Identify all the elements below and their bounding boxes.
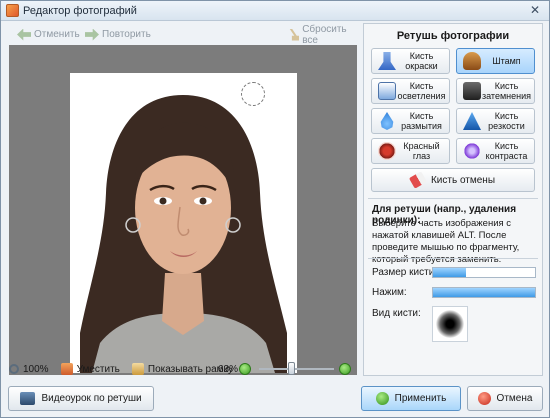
app-icon	[6, 4, 19, 17]
redo-label: Повторить	[102, 29, 151, 40]
red-eye-icon	[378, 142, 396, 160]
apply-label: Применить	[394, 393, 447, 404]
photo-canvas[interactable]	[9, 45, 357, 375]
zoom-100-button[interactable]: 100%	[9, 364, 49, 375]
contrast-brush-icon	[463, 142, 481, 160]
video-tutorial-label: Видеоурок по ретуши	[41, 393, 142, 404]
status-bar: 100% Уместить Показывать рамку 63%	[9, 359, 357, 379]
tool-red-eye[interactable]: Красный глаз	[371, 138, 450, 164]
stamp-brush-cursor	[241, 82, 265, 106]
tool-label: Кисть резкости	[488, 111, 525, 131]
paint-brush-icon	[378, 52, 396, 70]
panel-title: Ретушь фотографии	[396, 30, 510, 42]
portrait-image	[80, 95, 287, 373]
tool-label: Кисть затемнения	[482, 81, 531, 101]
brush-size-label: Размер кисти:	[372, 267, 438, 278]
brush-preview	[432, 306, 468, 342]
pressure-fill	[433, 288, 535, 297]
editor-area: Отменить Повторить Сбросить все	[9, 23, 357, 376]
close-button[interactable]: ✕	[527, 3, 543, 18]
brush-view-label: Вид кисти:	[372, 308, 421, 319]
cancel-label: Отмена	[496, 393, 533, 404]
reset-all-button[interactable]: Сбросить все	[287, 24, 357, 46]
brush-size-fill	[433, 268, 466, 277]
redo-button[interactable]: Повторить	[85, 27, 151, 42]
undo-icon	[17, 28, 31, 41]
undo-brush-label: Кисть отмены	[430, 174, 496, 186]
edit-toolbar: Отменить Повторить Сбросить все	[9, 23, 357, 46]
tool-label: Кисть размытия	[401, 111, 442, 131]
cancel-icon	[477, 392, 491, 405]
video-tutorial-button[interactable]: Видеоурок по ретуши	[8, 386, 154, 411]
tool-paint-brush[interactable]: Кисть окраски	[371, 48, 450, 74]
blur-brush-icon	[380, 112, 394, 130]
tool-label: Кисть окраски	[405, 51, 438, 71]
darken-brush-icon	[463, 82, 481, 100]
eraser-icon	[408, 171, 428, 189]
tool-label: Кисть осветления	[397, 81, 446, 101]
photo-editor-window: Редактор фотографий ✕ Отменить Повторить…	[0, 0, 550, 418]
reset-label: Сбросить все	[302, 23, 347, 46]
tool-label: Красный глаз	[403, 141, 440, 161]
retouch-panel: Ретушь фотографии Кисть окраски Штамп Ки…	[363, 23, 543, 376]
pressure-slider[interactable]	[432, 287, 536, 298]
zoom-percent: 63%	[218, 363, 239, 375]
zoom-slider-track[interactable]	[259, 368, 334, 370]
lighten-brush-icon	[378, 82, 396, 100]
video-camera-icon	[20, 392, 36, 405]
tool-label: Кисть контраста	[485, 141, 528, 161]
zoom-out-button[interactable]	[239, 363, 251, 375]
tool-darken-brush[interactable]: Кисть затемнения	[456, 78, 535, 104]
tool-lighten-brush[interactable]: Кисть осветления	[371, 78, 450, 104]
undo-label: Отменить	[34, 29, 80, 40]
divider	[368, 258, 538, 259]
stamp-icon	[463, 52, 481, 70]
tool-blur-brush[interactable]: Кисть размытия	[371, 108, 450, 134]
broom-icon	[289, 28, 300, 41]
zoom-in-button[interactable]	[339, 363, 351, 375]
frame-icon	[131, 363, 144, 375]
checkmark-icon	[375, 392, 389, 405]
portrait-photo[interactable]	[70, 73, 297, 373]
cancel-button[interactable]: Отмена	[467, 386, 543, 411]
window-title: Редактор фотографий	[23, 5, 137, 17]
tool-contrast-brush[interactable]: Кисть контраста	[456, 138, 535, 164]
tool-stamp[interactable]: Штамп	[456, 48, 535, 74]
fit-label: Уместить	[76, 363, 120, 375]
fit-button[interactable]: Уместить	[60, 363, 120, 375]
brush-shape-preview	[436, 310, 464, 338]
pressure-label: Нажим:	[372, 287, 407, 298]
tool-sharpen-brush[interactable]: Кисть резкости	[456, 108, 535, 134]
zoom-slider-thumb[interactable]	[288, 362, 296, 375]
tool-label: Штамп	[492, 56, 521, 66]
redo-icon	[85, 28, 99, 41]
undo-button[interactable]: Отменить	[17, 27, 80, 42]
title-bar: Редактор фотографий ✕	[1, 1, 549, 21]
apply-button[interactable]: Применить	[361, 386, 461, 411]
fit-icon	[60, 363, 73, 375]
sharpen-brush-icon	[463, 112, 481, 130]
divider	[368, 198, 538, 199]
magnifier-icon	[9, 364, 19, 374]
zoom-label: 100%	[23, 363, 49, 375]
tool-undo-brush[interactable]: Кисть отмены	[371, 168, 535, 192]
brush-size-slider[interactable]	[432, 267, 536, 278]
